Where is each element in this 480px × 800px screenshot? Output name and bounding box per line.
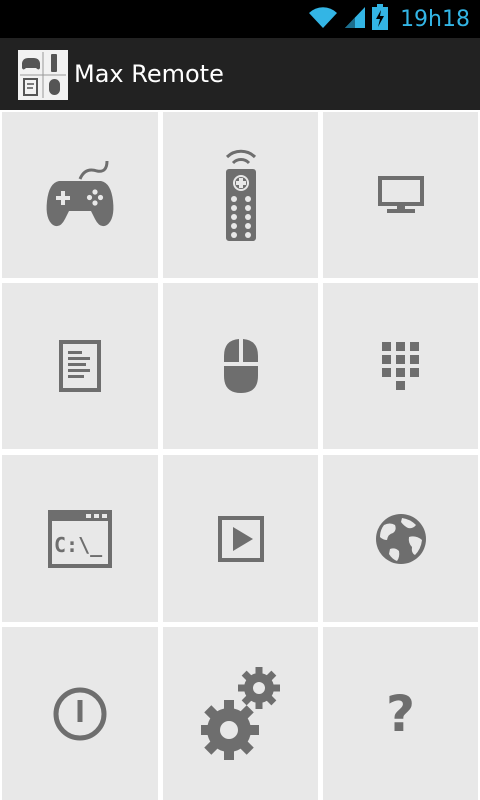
tile-play[interactable]: [163, 455, 318, 622]
battery-charging-icon: [372, 4, 389, 34]
globe-icon: [375, 513, 427, 565]
remote-control-icon: [221, 147, 261, 243]
tile-command-prompt[interactable]: C:\_: [2, 455, 158, 622]
status-icons: 19h18: [308, 0, 470, 38]
command-prompt-icon: C:\_: [48, 509, 112, 568]
keypad-icon: [381, 341, 421, 391]
tile-remote[interactable]: [163, 112, 318, 278]
tile-monitor[interactable]: [323, 112, 478, 278]
document-icon: [59, 340, 101, 392]
signal-icon: [344, 5, 366, 33]
play-icon: [217, 515, 264, 562]
app-title: Max Remote: [74, 60, 224, 88]
tile-globe[interactable]: [323, 455, 478, 622]
gamepad-icon: [45, 157, 115, 233]
settings-gears-icon: [200, 666, 281, 762]
max-remote-app-icon[interactable]: [18, 50, 68, 100]
help-icon: ?: [385, 684, 415, 743]
power-icon: [52, 686, 108, 742]
monitor-icon: [377, 175, 425, 215]
action-bar: Max Remote: [0, 38, 480, 110]
tile-mouse[interactable]: [163, 283, 318, 449]
tile-keypad[interactable]: [323, 283, 478, 449]
tile-power[interactable]: [2, 627, 158, 800]
tile-settings[interactable]: [163, 627, 318, 800]
mouse-icon: [223, 338, 259, 394]
tile-document[interactable]: [2, 283, 158, 449]
command-prompt-text: C:\_: [54, 533, 103, 557]
status-bar: 19h18: [0, 0, 480, 38]
tile-help[interactable]: ?: [323, 627, 478, 800]
menu-grid: C:\_ ?: [0, 110, 480, 800]
tile-gamepad[interactable]: [2, 112, 158, 278]
status-time: 19h18: [400, 6, 470, 32]
wifi-icon: [308, 5, 338, 33]
